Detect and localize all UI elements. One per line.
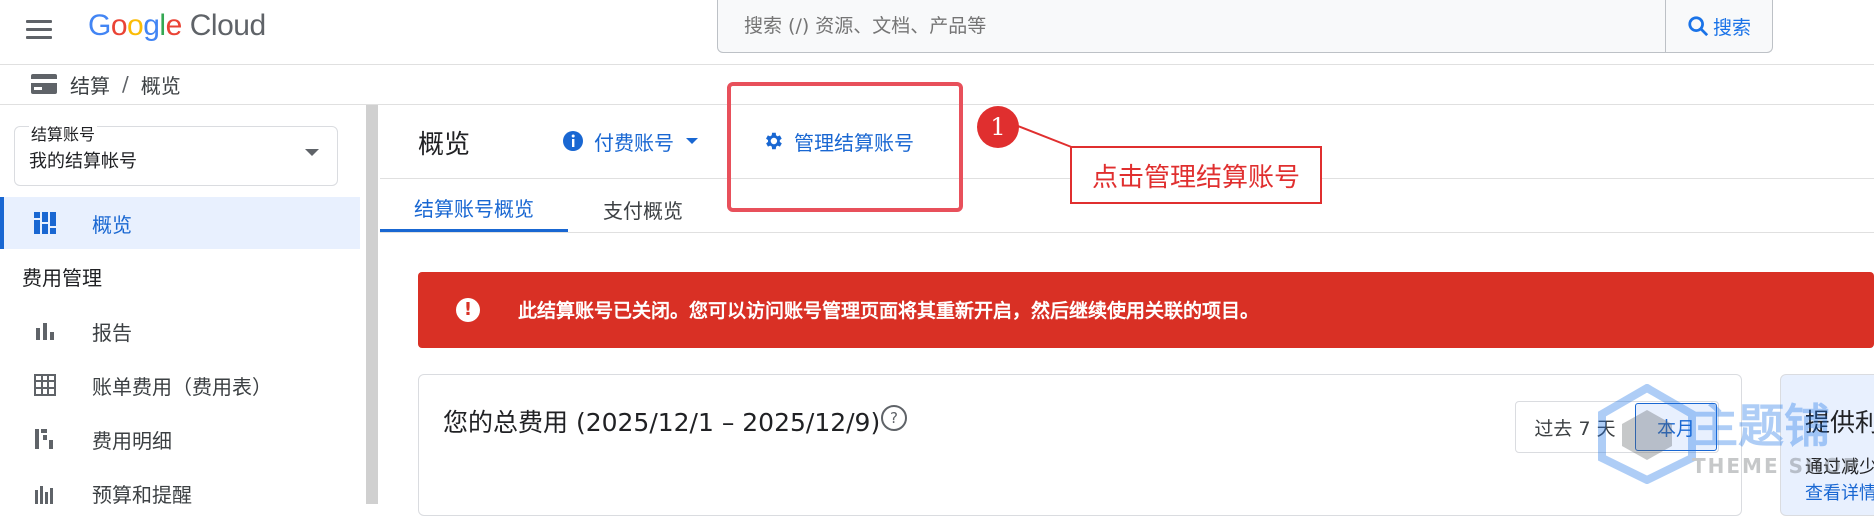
- annotation-highlight-box: [727, 82, 963, 212]
- theme-shop-watermark: 主题铺 THEME SHOP: [1592, 383, 1874, 494]
- search-icon: [1688, 16, 1709, 37]
- divider: [380, 232, 1874, 233]
- sidebar-item-reports[interactable]: 报告: [0, 305, 356, 357]
- sidebar-scrollbar[interactable]: [366, 105, 378, 504]
- billing-card-icon: [31, 74, 57, 94]
- search-button[interactable]: 搜索: [1665, 0, 1772, 52]
- watermark-sub: THEME SHOP: [1692, 454, 1860, 478]
- breadcrumb-overview: 概览: [140, 73, 181, 98]
- watermark-logo-icon: [1598, 383, 1696, 485]
- budget-icon: [32, 480, 58, 506]
- total-cost-card: 您的总费用 (2025/12/1 – 2025/12/9) ? 过去 7 天 本…: [418, 374, 1742, 516]
- bar-chart-icon: [32, 318, 58, 344]
- chevron-down-icon: [305, 149, 319, 156]
- alert-message: 此结算账号已关闭。您可以访问账号管理页面将其重新开启，然后继续使用关联的项目。: [518, 300, 1260, 322]
- billing-account-select[interactable]: 结算账号 我的结算帐号: [14, 121, 338, 186]
- billing-account-value: 我的结算帐号: [29, 151, 137, 172]
- info-icon: [563, 131, 583, 151]
- account-closed-alert: ! 此结算账号已关闭。您可以访问账号管理页面将其重新开启，然后继续使用关联的项目…: [418, 272, 1874, 348]
- tab-billing-account-overview[interactable]: 结算账号概览: [380, 186, 568, 232]
- table-icon: [32, 372, 58, 398]
- error-icon: !: [456, 298, 480, 322]
- sidebar-section-cost-management: 费用管理: [22, 266, 102, 290]
- breakdown-icon: [32, 426, 58, 452]
- annotation-connector-line: [1018, 125, 1075, 149]
- help-icon[interactable]: ?: [881, 405, 907, 431]
- search-input[interactable]: [742, 12, 1646, 40]
- annotation-step-number: 1: [977, 106, 1019, 148]
- paying-account-button[interactable]: 付费账号: [562, 124, 698, 158]
- menu-icon[interactable]: [22, 14, 54, 46]
- sidebar-item-table-costs[interactable]: 账单费用（费用表）: [0, 359, 356, 411]
- search-bar: 搜索: [717, 0, 1773, 53]
- breadcrumb-billing[interactable]: 结算: [70, 70, 110, 99]
- tab-payment-overview[interactable]: 支付概览: [570, 186, 716, 232]
- google-cloud-logo[interactable]: Google Cloud: [88, 8, 266, 44]
- billing-account-label: 结算账号: [29, 121, 98, 145]
- chevron-down-icon: [686, 138, 698, 144]
- sidebar-item-cost-breakdown[interactable]: 费用明细: [0, 413, 356, 465]
- breadcrumb-separator: /: [122, 72, 129, 96]
- page-title: 概览: [418, 130, 471, 160]
- dashboard-icon: [32, 210, 58, 236]
- watermark-brand: 主题铺: [1692, 399, 1830, 453]
- total-cost-title: 您的总费用 (2025/12/1 – 2025/12/9): [443, 408, 881, 437]
- sidebar-item-overview[interactable]: 概览: [0, 197, 360, 249]
- breadcrumb: 结算 / 概览: [30, 68, 181, 100]
- sidebar-item-budgets-alerts[interactable]: 预算和提醒: [0, 467, 356, 519]
- annotation-label: 点击管理结算账号: [1070, 146, 1322, 204]
